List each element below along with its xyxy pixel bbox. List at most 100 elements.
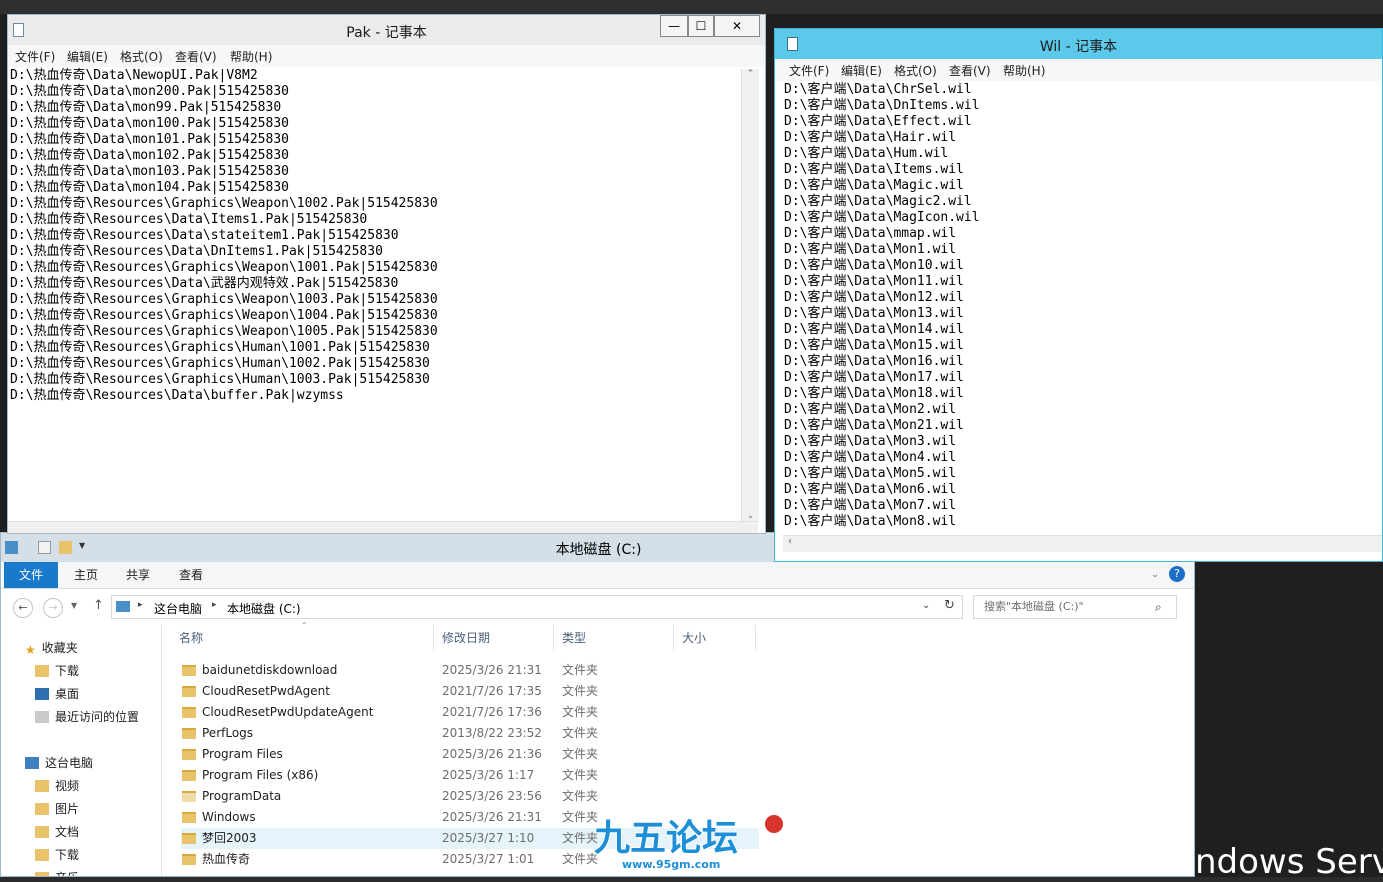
search-input[interactable]: 搜索"本地磁盘 (C:)" (973, 595, 1177, 619)
menu-edit[interactable]: 编辑(E) (67, 48, 108, 65)
folder-icon (182, 707, 196, 718)
notepad-pak-title: Pak - 记事本 (346, 25, 427, 41)
videos-folder-icon (35, 780, 49, 792)
nav-pictures[interactable]: 图片 (35, 800, 79, 817)
folder-icon (182, 791, 196, 802)
text-line: D:\客户端\Data\Mon17.wil (784, 370, 964, 385)
menu-file[interactable]: 文件(F) (789, 62, 829, 79)
folder-icon (182, 665, 196, 676)
menu-format[interactable]: 格式(O) (120, 48, 163, 65)
menu-view[interactable]: 查看(V) (175, 48, 217, 65)
folder-icon (182, 728, 196, 739)
breadcrumb-drive[interactable]: 本地磁盘 (C:) (227, 600, 301, 617)
close-button[interactable]: ✕ (714, 15, 760, 37)
text-line: D:\客户端\Data\Mon12.wil (784, 290, 964, 305)
nav-favorites[interactable]: ★ 收藏夹 (25, 639, 78, 657)
file-row[interactable]: PerfLogs 2013/8/22 23:52 文件夹 (181, 723, 759, 744)
text-line: D:\客户端\Data\Hum.wil (784, 146, 949, 161)
nav-music[interactable]: 音乐 (35, 869, 79, 876)
menu-format[interactable]: 格式(O) (894, 62, 937, 79)
recent-places-icon (35, 711, 49, 723)
notepad-pak-titlebar[interactable]: Pak - 记事本 — ☐ ✕ (8, 15, 765, 45)
menu-file[interactable]: 文件(F) (15, 48, 55, 65)
column-date[interactable]: 修改日期 (434, 625, 554, 651)
minimize-button[interactable]: — (660, 15, 688, 37)
file-row[interactable]: CloudResetPwdAgent 2021/7/26 17:35 文件夹 (181, 681, 759, 702)
seal-icon (765, 815, 783, 833)
up-button[interactable]: ↑ (93, 598, 104, 613)
menu-view[interactable]: 查看(V) (949, 62, 991, 79)
horizontal-scrollbar[interactable] (8, 521, 758, 533)
address-row: ← → ▼ ↑ ▸ 这台电脑 ▸ 本地磁盘 (C:) ⌄ ↻ 搜索"本地磁盘 (… (1, 589, 1194, 625)
tab-view[interactable]: 查看 (168, 562, 214, 588)
notepad-pak-window[interactable]: Pak - 记事本 — ☐ ✕ 文件(F) 编辑(E) 格式(O) 查看(V) … (7, 14, 766, 534)
menu-help[interactable]: 帮助(H) (230, 48, 272, 65)
nav-favorite-downloads[interactable]: 下载 (35, 662, 79, 679)
text-line: D:\热血传奇\Data\NewopUI.Pak|V8M2 (10, 68, 258, 83)
text-line: D:\热血传奇\Resources\Data\武器内观特效.Pak|515425… (10, 276, 399, 291)
text-line: D:\热血传奇\Data\mon102.Pak|515425830 (10, 148, 289, 163)
back-button[interactable]: ← (13, 598, 33, 618)
file-row[interactable]: Program Files 2025/3/26 21:36 文件夹 (181, 744, 759, 765)
downloads-folder-icon (35, 849, 49, 861)
breadcrumb-pc[interactable]: 这台电脑 (154, 600, 202, 617)
notepad-wil-titlebar[interactable]: Wil - 记事本 (775, 29, 1382, 59)
star-icon: ★ (25, 643, 36, 657)
text-line: D:\热血传奇\Resources\Graphics\Human\1002.Pa… (10, 356, 430, 371)
menu-edit[interactable]: 编辑(E) (841, 62, 882, 79)
notepad-wil-text-area[interactable]: D:\客户端\Data\ChrSel.wil D:\客户端\Data\DnItem… (784, 82, 980, 530)
text-line: D:\客户端\Data\Mon18.wil (784, 386, 964, 401)
watermark-brand: 九五论坛 (594, 818, 738, 859)
ribbon-expand-icon[interactable]: ⌄ (1147, 562, 1163, 588)
folder-icon (182, 749, 196, 760)
tab-file[interactable]: 文件 (4, 562, 58, 588)
tab-home[interactable]: 主页 (63, 562, 109, 588)
text-line: D:\客户端\Data\Hair.wil (784, 130, 957, 145)
column-size[interactable]: 大小 (674, 625, 756, 651)
file-row[interactable]: ProgramData 2025/3/26 23:56 文件夹 (181, 786, 759, 807)
refresh-icon[interactable]: ↻ (944, 598, 955, 613)
nav-videos[interactable]: 视频 (35, 777, 79, 794)
nav-favorite-desktop[interactable]: 桌面 (35, 685, 79, 702)
file-row[interactable]: Program Files (x86) 2025/3/26 1:17 文件夹 (181, 765, 759, 786)
horizontal-scrollbar[interactable]: ‹ (783, 535, 1382, 552)
text-line: D:\客户端\Data\Magic.wil (784, 178, 964, 193)
file-row[interactable]: CloudResetPwdUpdateAgent 2021/7/26 17:36 文… (181, 702, 759, 723)
tab-share[interactable]: 共享 (115, 562, 161, 588)
notepad-pak-menubar: 文件(F) 编辑(E) 格式(O) 查看(V) 帮助(H) (8, 45, 765, 67)
scroll-left-icon[interactable]: ‹ (788, 536, 792, 547)
text-line: D:\热血传奇\Data\mon200.Pak|515425830 (10, 84, 289, 99)
nav-this-pc[interactable]: 这台电脑 (25, 754, 93, 771)
scroll-down-icon[interactable]: ⌄ (742, 511, 759, 521)
text-line: D:\客户端\Data\Effect.wil (784, 114, 972, 129)
text-line: D:\热血传奇\Resources\Graphics\Weapon\1003.P… (10, 292, 438, 307)
notepad-pak-text-area[interactable]: D:\热血传奇\Data\NewopUI.Pak|V8M2 D:\热血传奇\Dat… (10, 68, 438, 404)
nav-favorite-recent[interactable]: 最近访问的位置 (35, 708, 139, 725)
maximize-button[interactable]: ☐ (688, 15, 714, 37)
pictures-folder-icon (35, 803, 49, 815)
documents-folder-icon (35, 826, 49, 838)
nav-downloads[interactable]: 下载 (35, 846, 79, 863)
text-line: D:\热血传奇\Data\mon104.Pak|515425830 (10, 180, 289, 195)
forward-button[interactable]: → (43, 598, 63, 618)
file-row[interactable]: baidunetdiskdownload 2025/3/26 21:31 文件夹 (181, 660, 759, 681)
column-type[interactable]: 类型 (554, 625, 674, 651)
recent-locations-icon[interactable]: ▼ (71, 601, 77, 610)
text-line: D:\客户端\Data\Mon11.wil (784, 274, 964, 289)
text-line: D:\客户端\Data\Mon2.wil (784, 402, 957, 417)
folder-icon (182, 812, 196, 823)
vertical-scrollbar[interactable]: ⌃ ⌄ (741, 69, 759, 521)
computer-icon (116, 601, 130, 612)
address-dropdown-icon[interactable]: ⌄ (922, 600, 930, 611)
text-line: D:\热血传奇\Resources\Graphics\Weapon\1005.P… (10, 324, 438, 339)
search-icon[interactable]: ⌕ (1155, 600, 1162, 615)
ribbon-tabs: 文件 主页 共享 查看 ⌄ ? (1, 562, 1194, 589)
address-bar[interactable]: ▸ 这台电脑 ▸ 本地磁盘 (C:) ⌄ ↻ (111, 595, 963, 619)
notepad-wil-window[interactable]: Wil - 记事本 文件(F) 编辑(E) 格式(O) 查看(V) 帮助(H) … (774, 28, 1383, 562)
scroll-up-icon[interactable]: ⌃ (742, 69, 759, 79)
help-icon[interactable]: ? (1169, 566, 1185, 582)
sort-ascending-icon: ⌃ (301, 621, 308, 630)
text-line: D:\热血传奇\Data\mon101.Pak|515425830 (10, 132, 289, 147)
menu-help[interactable]: 帮助(H) (1003, 62, 1045, 79)
nav-documents[interactable]: 文档 (35, 823, 79, 840)
